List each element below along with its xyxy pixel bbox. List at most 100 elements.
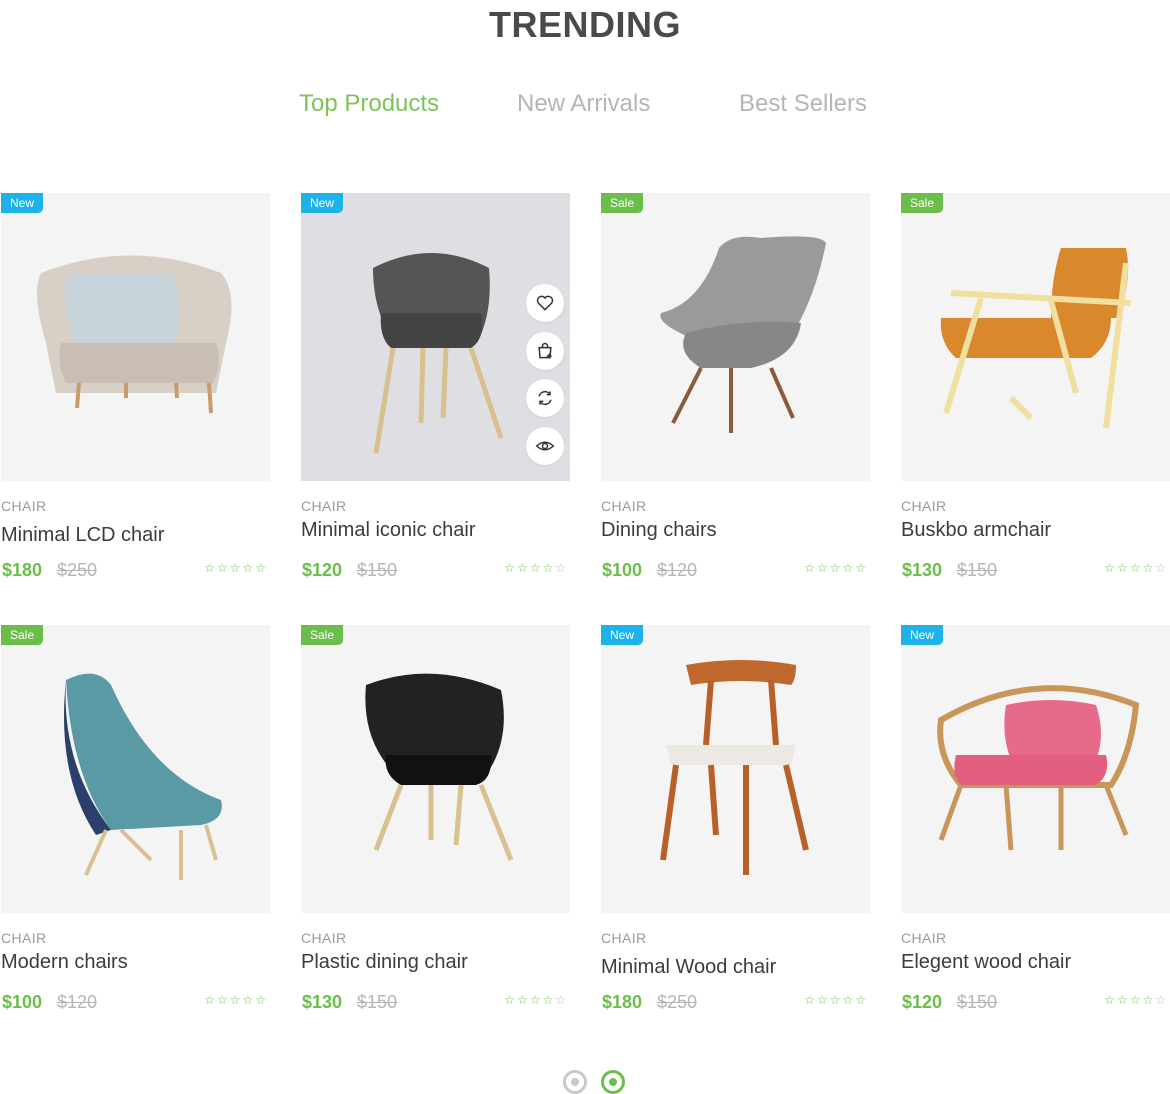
star-icon: ☆ — [529, 561, 541, 575]
product-price: $100 — [2, 992, 43, 1012]
product-category: CHAIR — [301, 930, 347, 946]
compare-button[interactable] — [526, 379, 564, 417]
product-card[interactable]: Sale CHAIR Dining chairs $100 $120 ☆ ☆ ☆ ☆ ☆ — [601, 193, 871, 593]
product-image[interactable]: Sale — [1, 625, 270, 913]
star-icon: ☆ — [804, 561, 815, 575]
product-name[interactable]: Elegent wood chair — [901, 951, 1071, 974]
product-rating: ☆ ☆ ☆ ☆ ☆ — [804, 993, 866, 1007]
product-card[interactable]: New CHAIR Minimal iconic chair $120 $150… — [301, 193, 571, 593]
star-icon: ☆ — [216, 993, 228, 1007]
star-icon: ☆ — [216, 561, 228, 575]
product-image[interactable]: Sale — [301, 625, 570, 913]
product-image[interactable]: Sale — [601, 193, 870, 481]
product-rating: ☆ ☆ ☆ ☆ ☆ — [804, 561, 866, 575]
star-icon: ☆ — [504, 993, 515, 1007]
star-icon: ☆ — [816, 993, 828, 1007]
pagination-dot[interactable] — [563, 1070, 587, 1094]
product-image[interactable]: New — [1, 193, 270, 481]
product-card[interactable]: Sale CHAIR Modern chairs $100 $120 ☆ ☆ ☆ ☆ ☆ — [1, 625, 271, 1025]
product-old-price: $250 — [657, 992, 698, 1012]
star-icon: ☆ — [829, 993, 841, 1007]
star-icon: ☆ — [1116, 561, 1128, 575]
lounge-chair-image — [64, 673, 222, 880]
star-icon: ☆ — [229, 993, 241, 1007]
product-old-price: $150 — [957, 992, 998, 1012]
product-price: $100 — [602, 560, 643, 580]
wingback-chair-image — [660, 236, 826, 433]
bag-add-icon — [538, 342, 552, 358]
star-icon: ☆ — [242, 561, 254, 575]
star-icon: ☆ — [242, 993, 254, 1007]
product-old-price: $120 — [657, 560, 698, 580]
add-to-cart-button[interactable] — [526, 331, 564, 370]
badge-sale: Sale — [901, 193, 944, 213]
star-icon: ☆ — [829, 561, 841, 575]
badge-new: New — [901, 625, 944, 645]
refresh-icon — [538, 390, 552, 406]
tab-best-sellers[interactable]: Best Sellers — [739, 90, 867, 118]
product-card[interactable]: New CHAIR Minimal Wood chair $180 $250 ☆… — [601, 625, 871, 1025]
product-image[interactable]: New — [301, 193, 570, 481]
product-image[interactable]: New — [901, 625, 1170, 913]
star-icon: ☆ — [555, 561, 566, 575]
star-icon: ☆ — [1104, 561, 1115, 575]
product-price: $120 — [902, 992, 943, 1012]
product-card[interactable]: New CHAIR Minimal LCD chair $180 $250 ☆ ☆… — [1, 193, 271, 593]
product-tabs: Top Products New Arrivals Best Sellers — [0, 90, 1170, 122]
star-icon: ☆ — [255, 561, 266, 575]
star-icon: ☆ — [1116, 993, 1128, 1007]
product-name[interactable]: Minimal LCD chair — [1, 524, 164, 547]
product-rating: ☆ ☆ ☆ ☆ ☆ — [204, 993, 266, 1007]
badge-new: New — [601, 625, 644, 645]
product-image[interactable]: Sale — [901, 193, 1170, 481]
product-name[interactable]: Minimal iconic chair — [301, 519, 476, 542]
product-category: CHAIR — [601, 498, 647, 514]
product-old-price: $120 — [57, 992, 98, 1012]
product-card[interactable]: Sale CHAIR Buskbo armchair $130 $150 ☆ ☆ ☆… — [901, 193, 1170, 593]
product-rating: ☆ ☆ ☆ ☆ ☆ — [504, 561, 566, 575]
product-name[interactable]: Buskbo armchair — [901, 519, 1051, 542]
plastic-chair-image — [365, 673, 514, 861]
product-name[interactable]: Plastic dining chair — [301, 951, 468, 974]
product-rating: ☆ ☆ ☆ ☆ ☆ — [1104, 993, 1166, 1007]
product-name[interactable]: Minimal Wood chair — [601, 956, 776, 979]
lounge-armchair-image — [940, 248, 1132, 429]
tab-top-products[interactable]: Top Products — [299, 90, 439, 118]
product-category: CHAIR — [901, 930, 947, 946]
star-icon: ☆ — [204, 561, 215, 575]
star-icon: ☆ — [855, 993, 866, 1007]
star-icon: ☆ — [842, 993, 854, 1007]
star-icon: ☆ — [1155, 993, 1166, 1007]
badge-new: New — [1, 193, 44, 213]
product-card[interactable]: New CHAIR Elegent wood chair $120 $150 ☆… — [901, 625, 1170, 1025]
tab-new-arrivals[interactable]: New Arrivals — [517, 90, 650, 118]
star-icon: ☆ — [816, 561, 828, 575]
star-icon: ☆ — [255, 993, 266, 1007]
product-category: CHAIR — [601, 930, 647, 946]
product-name[interactable]: Dining chairs — [601, 519, 717, 542]
product-price: $120 — [302, 560, 343, 580]
wishlist-button[interactable] — [526, 284, 564, 322]
product-rating: ☆ ☆ ☆ ☆ ☆ — [204, 561, 266, 575]
star-icon: ☆ — [1129, 561, 1141, 575]
star-icon: ☆ — [504, 561, 515, 575]
star-icon: ☆ — [1142, 561, 1154, 575]
star-icon: ☆ — [516, 993, 528, 1007]
product-category: CHAIR — [901, 498, 947, 514]
quick-view-button[interactable] — [526, 426, 564, 465]
product-price: $180 — [602, 992, 643, 1012]
product-name[interactable]: Modern chairs — [1, 951, 128, 974]
eye-icon — [535, 441, 555, 450]
star-icon: ☆ — [804, 993, 815, 1007]
product-card[interactable]: Sale CHAIR Plastic dining chair $130 $15… — [301, 625, 571, 1025]
product-category: CHAIR — [1, 930, 47, 946]
badge-new: New — [301, 193, 344, 213]
product-image[interactable]: New — [601, 625, 870, 913]
armchair-image — [37, 255, 232, 414]
star-icon: ☆ — [1142, 993, 1154, 1007]
star-icon: ☆ — [842, 561, 854, 575]
star-icon: ☆ — [542, 561, 554, 575]
product-rating: ☆ ☆ ☆ ☆ ☆ — [1104, 561, 1166, 575]
star-icon: ☆ — [542, 993, 554, 1007]
pagination-dot-active[interactable] — [601, 1070, 625, 1094]
